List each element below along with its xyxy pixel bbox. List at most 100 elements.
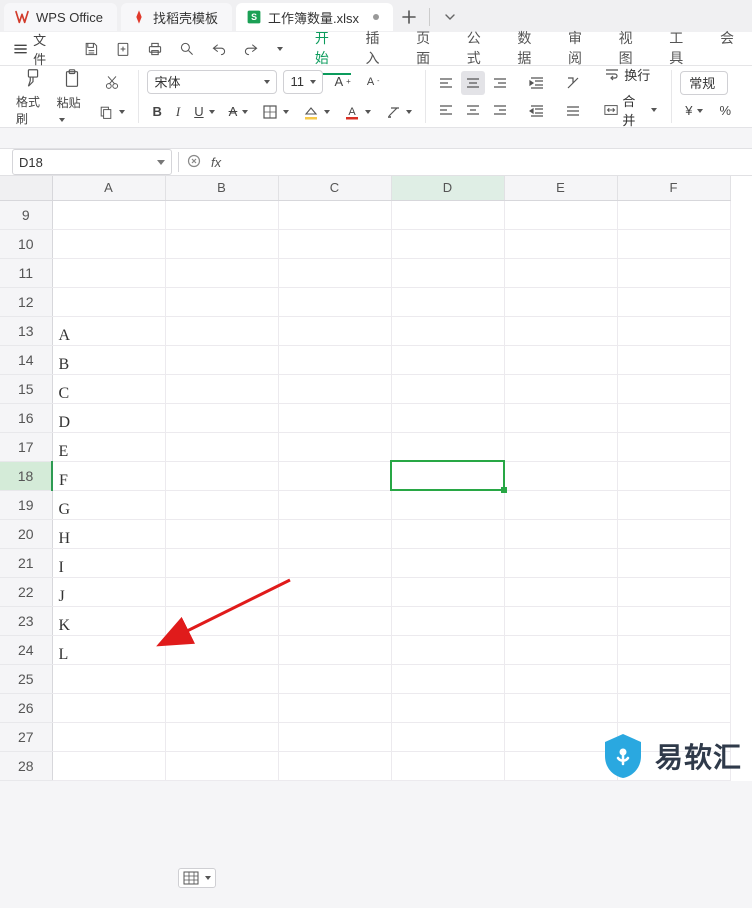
row-header-21[interactable]: 21 [0, 548, 52, 577]
cell-D12[interactable] [391, 287, 504, 316]
cell-B27[interactable] [165, 722, 278, 751]
cell-E10[interactable] [504, 229, 617, 258]
cell-D15[interactable] [391, 374, 504, 403]
col-header-D[interactable]: D [391, 176, 504, 200]
col-header-E[interactable]: E [504, 176, 617, 200]
cell-E9[interactable] [504, 200, 617, 229]
bold-button[interactable]: B [147, 100, 166, 124]
tab-tools[interactable]: 工具 [657, 22, 706, 75]
cut-button[interactable] [93, 70, 130, 94]
cell-D25[interactable] [391, 664, 504, 693]
cell-A18[interactable]: F [52, 461, 165, 490]
cell-D13[interactable] [391, 316, 504, 345]
cell-F26[interactable] [617, 693, 730, 722]
cell-E11[interactable] [504, 258, 617, 287]
tab-page[interactable]: 页面 [404, 22, 453, 75]
underline-button[interactable]: U [189, 100, 219, 124]
cell-C24[interactable] [278, 635, 391, 664]
row-header-13[interactable]: 13 [0, 316, 52, 345]
cell-E25[interactable] [504, 664, 617, 693]
cell-F18[interactable] [617, 461, 730, 490]
cell-B17[interactable] [165, 432, 278, 461]
borders-button[interactable] [257, 100, 294, 124]
cell-B26[interactable] [165, 693, 278, 722]
cell-D27[interactable] [391, 722, 504, 751]
cell-B22[interactable] [165, 577, 278, 606]
cell-B15[interactable] [165, 374, 278, 403]
italic-button[interactable]: I [171, 100, 185, 124]
redo-button[interactable] [235, 38, 267, 60]
cell-E28[interactable] [504, 751, 617, 780]
cell-C11[interactable] [278, 258, 391, 287]
align-top-right[interactable] [488, 71, 512, 95]
orientation-button[interactable] [560, 71, 586, 95]
fx-button[interactable]: fx [211, 155, 221, 170]
font-color-button[interactable]: A [339, 100, 376, 124]
col-header-F[interactable]: F [617, 176, 730, 200]
row-header-11[interactable]: 11 [0, 258, 52, 287]
cell-F22[interactable] [617, 577, 730, 606]
copy-button[interactable] [93, 100, 130, 124]
cell-B25[interactable] [165, 664, 278, 693]
cell-D9[interactable] [391, 200, 504, 229]
cell-A11[interactable] [52, 258, 165, 287]
tab-data[interactable]: 数据 [505, 22, 554, 75]
cell-F27[interactable] [617, 722, 730, 751]
row-header-15[interactable]: 15 [0, 374, 52, 403]
cell-C20[interactable] [278, 519, 391, 548]
cell-F14[interactable] [617, 345, 730, 374]
cell-A10[interactable] [52, 229, 165, 258]
save-button[interactable] [75, 38, 107, 60]
row-header-14[interactable]: 14 [0, 345, 52, 374]
align-left[interactable] [434, 98, 458, 122]
select-all-corner[interactable] [0, 176, 52, 200]
autofill-options-button[interactable] [178, 868, 216, 888]
cell-C28[interactable] [278, 751, 391, 780]
tab-formula[interactable]: 公式 [455, 22, 504, 75]
increase-font-button[interactable]: A+ [329, 70, 355, 94]
cell-D21[interactable] [391, 548, 504, 577]
tab-home[interactable]: 开始 [303, 22, 352, 75]
cell-B28[interactable] [165, 751, 278, 780]
indent-increase-button[interactable] [524, 99, 550, 123]
cell-E12[interactable] [504, 287, 617, 316]
cell-B14[interactable] [165, 345, 278, 374]
cell-E14[interactable] [504, 345, 617, 374]
indent-decrease-button[interactable] [524, 71, 550, 95]
cell-E21[interactable] [504, 548, 617, 577]
name-box[interactable]: D18 [12, 149, 172, 175]
cell-B9[interactable] [165, 200, 278, 229]
cell-B19[interactable] [165, 490, 278, 519]
row-header-23[interactable]: 23 [0, 606, 52, 635]
cell-E13[interactable] [504, 316, 617, 345]
cell-D17[interactable] [391, 432, 504, 461]
cell-F12[interactable] [617, 287, 730, 316]
tab-template[interactable]: 找稻壳模板 [121, 3, 232, 31]
cell-F23[interactable] [617, 606, 730, 635]
row-header-16[interactable]: 16 [0, 403, 52, 432]
new-button[interactable] [107, 38, 139, 60]
cell-B18[interactable] [165, 461, 278, 490]
cell-F16[interactable] [617, 403, 730, 432]
cell-A22[interactable]: J [52, 577, 165, 606]
cell-E16[interactable] [504, 403, 617, 432]
font-family-select[interactable]: 宋体 [147, 70, 277, 94]
tab-insert[interactable]: 插入 [353, 22, 402, 75]
cell-A16[interactable]: D [52, 403, 165, 432]
cell-C13[interactable] [278, 316, 391, 345]
wrap-text-button[interactable]: 换行 [598, 63, 663, 86]
strike-button[interactable]: A [224, 100, 254, 124]
cell-C19[interactable] [278, 490, 391, 519]
cell-E20[interactable] [504, 519, 617, 548]
cell-D22[interactable] [391, 577, 504, 606]
cell-C16[interactable] [278, 403, 391, 432]
row-header-19[interactable]: 19 [0, 490, 52, 519]
cell-E22[interactable] [504, 577, 617, 606]
cell-C15[interactable] [278, 374, 391, 403]
number-format-select[interactable]: 常规 [680, 71, 728, 95]
cell-D11[interactable] [391, 258, 504, 287]
cell-F21[interactable] [617, 548, 730, 577]
undo-button[interactable] [203, 38, 235, 60]
justify-button[interactable] [560, 99, 586, 123]
cell-C17[interactable] [278, 432, 391, 461]
